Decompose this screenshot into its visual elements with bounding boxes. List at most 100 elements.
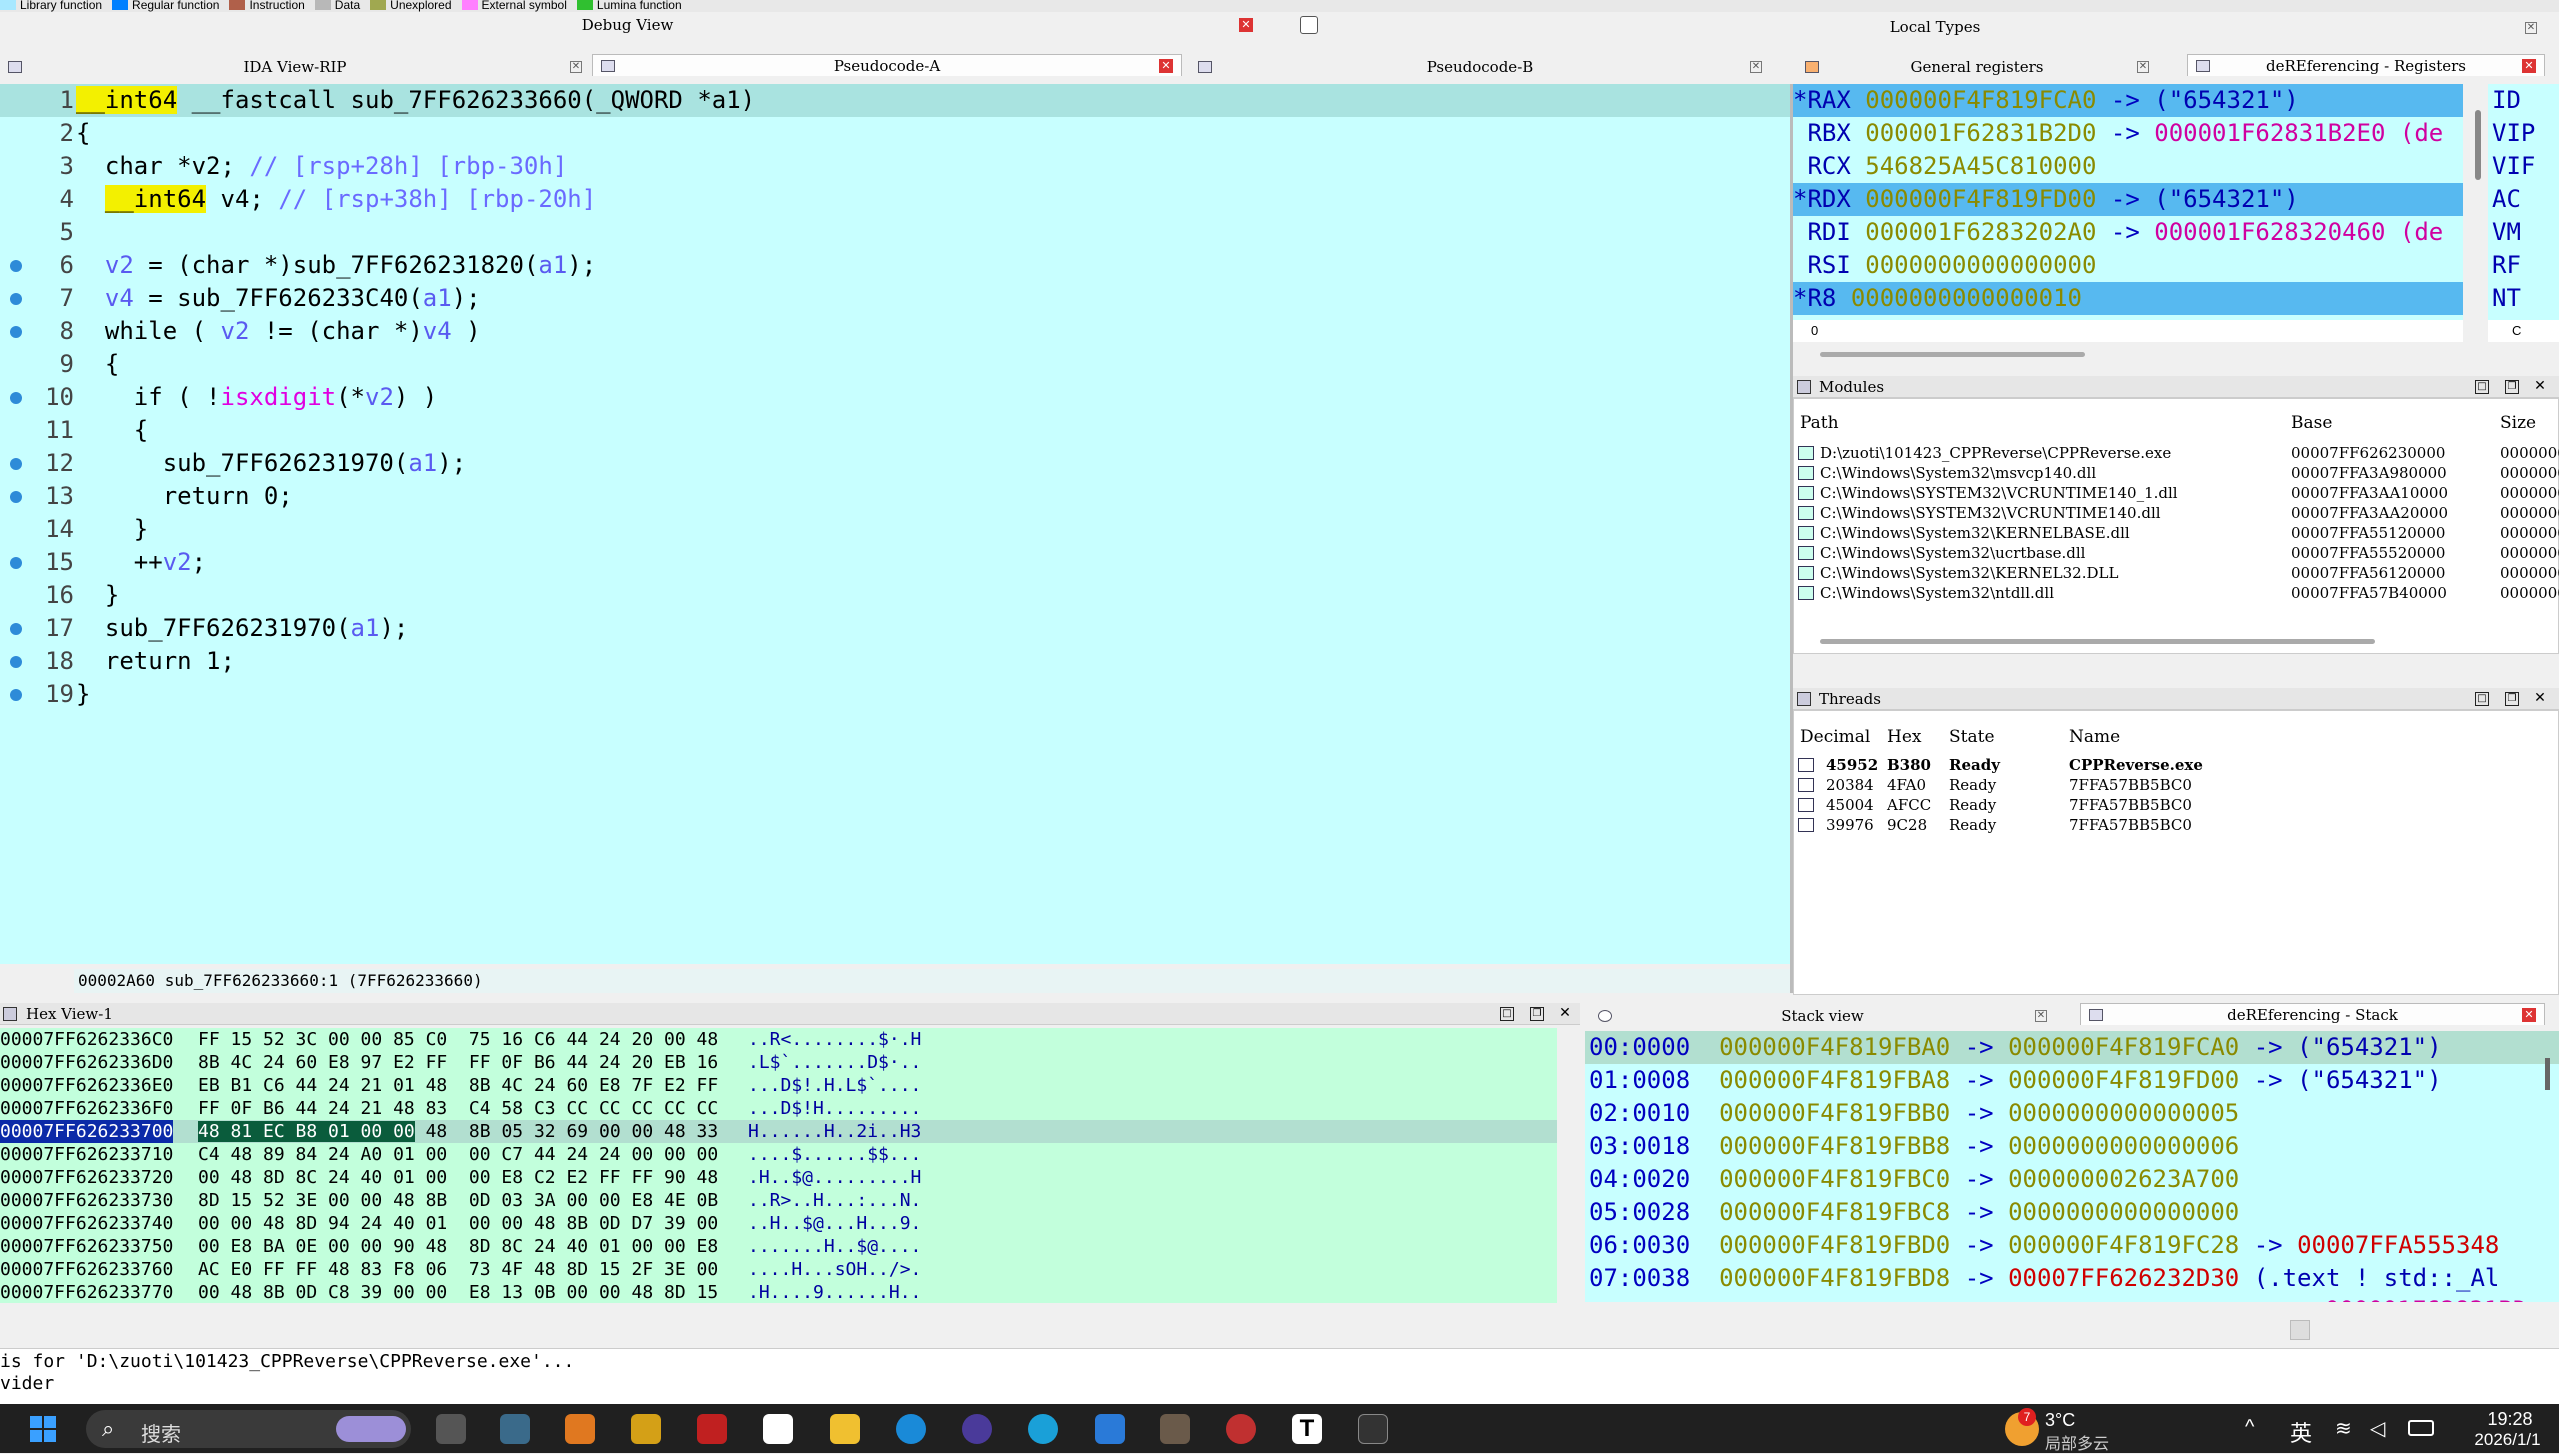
register-row[interactable]: RSI 0000000000000000 xyxy=(1793,249,2463,282)
module-row[interactable]: C:\Windows\SYSTEM32\VCRUNTIME140_1.dll 00… xyxy=(1794,483,2559,503)
hex-bytes[interactable]: C4 48 89 84 24 A0 01 00 00 C7 44 24 24 0… xyxy=(198,1143,718,1166)
thread-row[interactable]: 20384 4FA0 Ready 7FFA57BB5BC0 xyxy=(1794,775,2559,795)
close-icon[interactable]: ✕ xyxy=(1750,61,1762,73)
hex-row[interactable]: 00007FF6262336C0 FF 15 52 3C 00 00 85 C0 … xyxy=(0,1028,1557,1051)
hex-row[interactable]: 00007FF626233700 48 81 EC B8 01 00 00 48 … xyxy=(0,1120,1557,1143)
register-value[interactable]: 000001F6283202A0 xyxy=(1865,218,2096,246)
search-box[interactable]: ⌕ 搜索 xyxy=(86,1410,411,1448)
clock-date[interactable]: 2026/1/1 xyxy=(2460,1430,2555,1450)
pseudocode-view[interactable]: 1 __int64 __fastcall sub_7FF626233660(_QW… xyxy=(0,84,1790,964)
close-icon[interactable]: ✕ xyxy=(2533,691,2547,706)
code-line[interactable]: 3 char *v2; // [rsp+28h] [rbp-30h] xyxy=(0,150,1790,183)
hex-bytes[interactable]: 8B 4C 24 60 E8 97 E2 FF FF 0F B6 44 24 2… xyxy=(198,1051,718,1074)
app-icon[interactable] xyxy=(962,1414,992,1444)
code-line[interactable]: 19} xyxy=(0,678,1790,711)
col-name[interactable]: Name xyxy=(2069,727,2120,747)
register-row[interactable]: *R8 0000000000000010 xyxy=(1793,282,2463,315)
code-line[interactable]: 14 } xyxy=(0,513,1790,546)
code-line[interactable]: 8 while ( v2 != (char *)v4 ) xyxy=(0,315,1790,348)
register-value[interactable]: 000001F62831B2D0 xyxy=(1865,119,2096,147)
register-value[interactable]: 000000F4F819FCA0 xyxy=(1865,86,2096,114)
hex-bytes[interactable]: EB B1 C6 44 24 21 01 48 8B 4C 24 60 E8 7… xyxy=(198,1074,718,1097)
code-line[interactable]: 5 xyxy=(0,216,1790,249)
module-row[interactable]: C:\Windows\System32\ucrtbase.dll 00007FFA… xyxy=(1794,543,2559,563)
hex-row[interactable]: 00007FF626233750 00 E8 BA 0E 00 00 90 48 … xyxy=(0,1235,1557,1258)
hex-selection[interactable]: 48 81 EC B8 01 00 00 xyxy=(198,1121,415,1142)
tab-dereferencing-registers[interactable]: deREferencing - Registers ✕ xyxy=(2187,54,2545,76)
stack-row[interactable]: 05:0028 000000F4F819FBC8 -> 000000000000… xyxy=(1585,1196,2559,1229)
thread-row[interactable]: 39976 9C28 Ready 7FFA57BB5BC0 xyxy=(1794,815,2559,835)
restore-icon[interactable]: ❐ xyxy=(1530,1007,1544,1021)
windows-start-icon[interactable] xyxy=(30,1416,56,1442)
stack-row[interactable]: 04:0020 000000F4F819FBC0 -> 000000002623… xyxy=(1585,1163,2559,1196)
breakpoint-dot-icon[interactable] xyxy=(10,623,22,635)
hex-bytes[interactable]: 00 E8 BA 0E 00 00 90 48 8D 8C 24 40 01 0… xyxy=(198,1235,718,1258)
hex-row[interactable]: 00007FF626233760 AC E0 FF FF 48 83 F8 06 … xyxy=(0,1258,1557,1281)
ida-icon[interactable] xyxy=(1160,1414,1190,1444)
col-path[interactable]: Path xyxy=(1800,413,1839,433)
col-state[interactable]: State xyxy=(1949,727,1995,747)
output-window[interactable]: is for 'D:\zuoti\101423_CPPReverse\CPPRe… xyxy=(0,1348,2559,1404)
tab-pseudocode-a[interactable]: Pseudocode-A ✕ xyxy=(592,54,1182,76)
close-icon[interactable]: ✕ xyxy=(2525,22,2537,34)
breakpoint-dot-icon[interactable] xyxy=(10,557,22,569)
module-row[interactable]: C:\Windows\SYSTEM32\VCRUNTIME140.dll 0000… xyxy=(1794,503,2559,523)
close-icon[interactable]: ✕ xyxy=(2522,59,2536,73)
resize-grip[interactable] xyxy=(2290,1320,2310,1340)
hex-row[interactable]: 00007FF6262336F0 FF 0F B6 44 24 21 48 83 … xyxy=(0,1097,1557,1120)
close-icon[interactable]: ✕ xyxy=(2035,1010,2047,1022)
breakpoint-dot-icon[interactable] xyxy=(10,293,22,305)
maximize-icon[interactable]: □ xyxy=(2475,692,2489,706)
tab-pseudocode-b[interactable]: Pseudocode-B ✕ xyxy=(1190,56,1770,78)
horizontal-scrollbar[interactable] xyxy=(1820,639,2375,644)
restore-icon[interactable]: ❐ xyxy=(2505,380,2519,394)
col-decimal[interactable]: Decimal xyxy=(1800,727,1870,747)
edge-ai-icon[interactable] xyxy=(1028,1414,1058,1444)
volume-icon[interactable]: ◁ xyxy=(2370,1416,2385,1441)
close-icon[interactable]: ✕ xyxy=(2533,379,2547,394)
register-row[interactable]: RDI 000001F6283202A0 -> 000001F628320460… xyxy=(1793,216,2463,249)
de-app-icon[interactable] xyxy=(631,1414,661,1444)
threads-list[interactable]: Decimal Hex State Name 45952 B380 Ready CPP… xyxy=(1793,710,2559,995)
register-value[interactable]: 0000000000000010 xyxy=(1851,284,2082,312)
hex-row[interactable]: 00007FF626233770 00 48 8B 0D C8 39 00 00 … xyxy=(0,1281,1557,1303)
close-icon[interactable]: ✕ xyxy=(2137,61,2149,73)
ime-indicator[interactable]: 英 xyxy=(2290,1416,2312,1448)
stack-row[interactable]: 00:0000 000000F4F819FBA0 -> 000000F4F819… xyxy=(1585,1031,2559,1064)
module-row[interactable]: C:\Windows\System32\KERNELBASE.dll 00007F… xyxy=(1794,523,2559,543)
register-value[interactable]: 000000F4F819FD00 xyxy=(1865,185,2096,213)
modules-list[interactable]: Path Base Size D:\zuoti\101423_CPPRevers… xyxy=(1793,398,2559,654)
hex-bytes[interactable]: 00 48 8D 8C 24 40 01 00 00 E8 C2 E2 FF F… xyxy=(198,1166,718,1189)
stack-row[interactable]: 06:0030 000000F4F819FBD0 -> 000000F4F819… xyxy=(1585,1229,2559,1262)
code-line[interactable]: 18 return 1; xyxy=(0,645,1790,678)
maximize-icon[interactable]: □ xyxy=(1500,1007,1514,1021)
app-icon[interactable] xyxy=(763,1414,793,1444)
close-icon[interactable]: ✕ xyxy=(1239,18,1253,32)
thread-row[interactable]: 45004 AFCC Ready 7FFA57BB5BC0 xyxy=(1794,795,2559,815)
breakpoint-dot-icon[interactable] xyxy=(10,326,22,338)
maximize-icon[interactable]: □ xyxy=(2475,380,2489,394)
code-line[interactable]: 6 v2 = (char *)sub_7FF626231820(a1); xyxy=(0,249,1790,282)
tab-general-registers[interactable]: General registers ✕ xyxy=(1797,56,2157,78)
code-line[interactable]: 15 ++v2; xyxy=(0,546,1790,579)
register-row[interactable]: RCX 546825A45C810000 xyxy=(1793,150,2463,183)
hex-bytes[interactable]: 8D 15 52 3E 00 00 48 8B 0D 03 3A 00 00 E… xyxy=(198,1189,718,1212)
register-value[interactable]: 546825A45C810000 xyxy=(1865,152,2096,180)
stack-row[interactable]: 01:0008 000000F4F819FBA8 -> 000000F4F819… xyxy=(1585,1064,2559,1097)
code-line[interactable]: 13 return 0; xyxy=(0,480,1790,513)
hex-bytes[interactable]: AC E0 FF FF 48 83 F8 06 73 4F 48 8D 15 2… xyxy=(198,1258,718,1281)
hex-row[interactable]: 00007FF6262336D0 8B 4C 24 60 E8 97 E2 FF … xyxy=(0,1051,1557,1074)
code-line[interactable]: 4 __int64 v4; // [rsp+38h] [rbp-20h] xyxy=(0,183,1790,216)
module-row[interactable]: C:\Windows\System32\KERNEL32.DLL 00007FFA… xyxy=(1794,563,2559,583)
dev-cpp-icon[interactable] xyxy=(697,1414,727,1444)
hex-row[interactable]: 00007FF626233730 8D 15 52 3E 00 00 48 8B … xyxy=(0,1189,1557,1212)
col-size[interactable]: Size xyxy=(2500,413,2536,433)
stack-row[interactable]: 02:0010 000000F4F819FBB0 -> 000000000000… xyxy=(1585,1097,2559,1130)
chevron-up-icon[interactable]: ^ xyxy=(2245,1416,2254,1439)
register-row[interactable]: *RDX 000000F4F819FD00 -> ("654321") xyxy=(1793,183,2463,216)
breakpoint-dot-icon[interactable] xyxy=(10,656,22,668)
hex-bytes[interactable]: FF 0F B6 44 24 21 48 83 C4 58 C3 CC CC C… xyxy=(198,1097,718,1120)
code-line[interactable]: 7 v4 = sub_7FF626233C40(a1); xyxy=(0,282,1790,315)
restore-icon[interactable]: ❐ xyxy=(2505,692,2519,706)
horizontal-scrollbar[interactable] xyxy=(1820,352,2085,357)
